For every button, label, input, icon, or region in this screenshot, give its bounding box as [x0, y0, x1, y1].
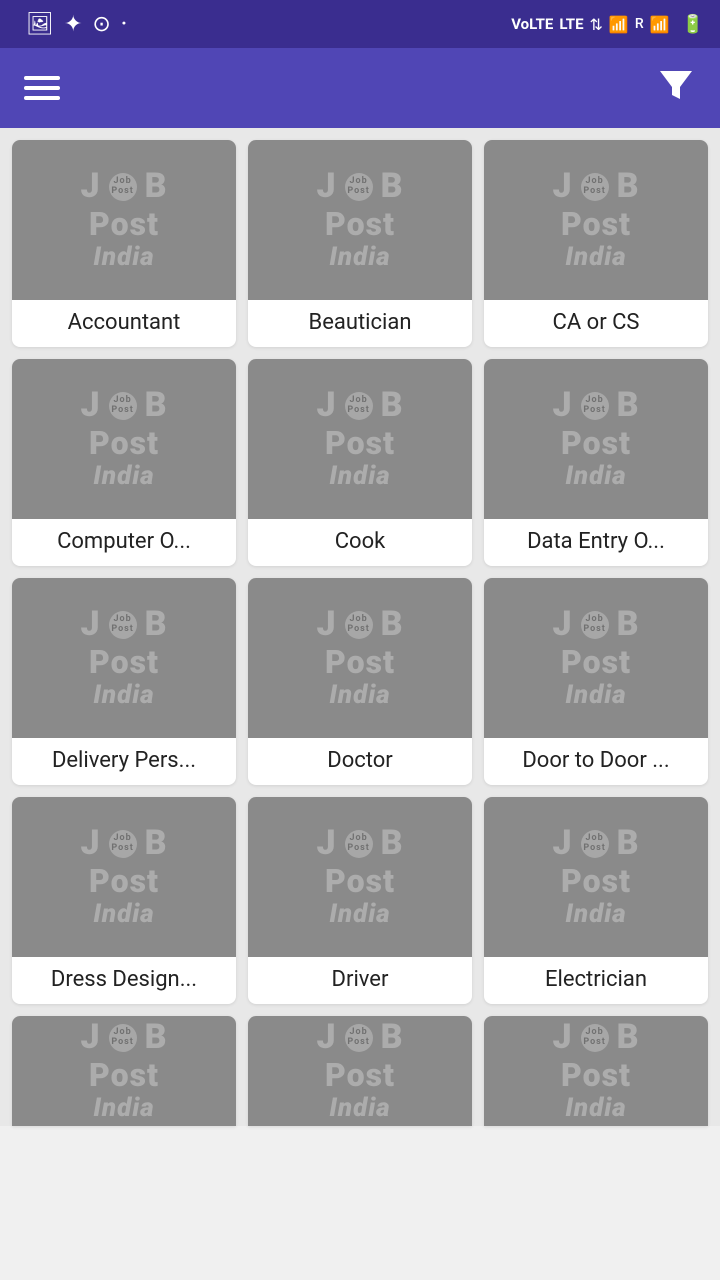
- job-post-india-watermark: J JobPost B Post India: [484, 359, 708, 519]
- category-label: Accountant: [62, 300, 187, 335]
- volte-indicator: VoLTE: [511, 15, 553, 33]
- category-card[interactable]: J JobPost B Post India CA or CS: [484, 140, 708, 347]
- job-post-india-watermark: J JobPost B Post India: [12, 797, 236, 957]
- signal-bars-1: 📶: [609, 15, 629, 34]
- hamburger-menu-button[interactable]: [24, 76, 60, 100]
- category-label: Data Entry O...: [521, 519, 671, 554]
- category-image-partial: J JobPost B Post India: [484, 1016, 708, 1126]
- category-card[interactable]: J JobPost B Post India Door to Door ...: [484, 578, 708, 785]
- job-post-india-watermark: J JobPost B Post India: [12, 578, 236, 738]
- job-post-india-watermark: J JobPost B Post India: [12, 140, 236, 300]
- job-post-india-watermark: J JobPost B Post India: [484, 578, 708, 738]
- dot-indicator: ·: [121, 12, 127, 37]
- app-header: [0, 48, 720, 128]
- job-post-india-watermark: J JobPost B Post India: [484, 797, 708, 957]
- category-image: J JobPost B Post India: [484, 797, 708, 957]
- category-image-partial: J JobPost B Post India: [248, 1016, 472, 1126]
- clock-icon: ⊙: [92, 12, 110, 37]
- category-label: Cook: [329, 519, 392, 554]
- job-post-india-watermark: J JobPost B Post India: [12, 359, 236, 519]
- category-label: Driver: [326, 957, 395, 992]
- category-label: Delivery Pers...: [46, 738, 202, 773]
- hamburger-line-3: [24, 96, 60, 100]
- category-image: J JobPost B Post India: [12, 359, 236, 519]
- category-card[interactable]: J JobPost B Post India Dress Design...: [12, 797, 236, 1004]
- job-post-india-watermark: J JobPost B Post India: [484, 140, 708, 300]
- category-card[interactable]: J JobPost B Post India Beautician: [248, 140, 472, 347]
- category-grid: J JobPost B Post India Accountant J JobP…: [0, 128, 720, 1016]
- category-card[interactable]: J JobPost B Post India Electrician: [484, 797, 708, 1004]
- category-card[interactable]: J JobPost B Post India Delivery Pers...: [12, 578, 236, 785]
- category-card-partial[interactable]: J JobPost B Post India: [484, 1016, 708, 1126]
- category-card-partial[interactable]: J JobPost B Post India: [12, 1016, 236, 1126]
- category-image-partial: J JobPost B Post India: [12, 1016, 236, 1126]
- category-card[interactable]: J JobPost B Post India Doctor: [248, 578, 472, 785]
- job-post-india-watermark: J JobPost B Post India: [248, 578, 472, 738]
- r-indicator: R: [635, 16, 644, 32]
- category-card[interactable]: J JobPost B Post India Cook: [248, 359, 472, 566]
- filter-button[interactable]: [656, 65, 696, 112]
- status-right: VoLTE LTE ⇅ 📶 R 📶 🔋: [511, 14, 704, 35]
- category-card[interactable]: J JobPost B Post India Data Entry O...: [484, 359, 708, 566]
- hamburger-line-1: [24, 76, 60, 80]
- category-label: Doctor: [321, 738, 398, 773]
- category-label: Beautician: [303, 300, 418, 335]
- category-label: Computer O...: [51, 519, 197, 554]
- category-label: Door to Door ...: [516, 738, 675, 773]
- signal-bars-2: 📶: [650, 15, 670, 34]
- settings-icon: ✦: [64, 12, 82, 37]
- category-card[interactable]: J JobPost B Post India Computer O...: [12, 359, 236, 566]
- category-image: J JobPost B Post India: [248, 359, 472, 519]
- category-image: J JobPost B Post India: [484, 359, 708, 519]
- photo-icon: 🖼: [26, 12, 54, 37]
- category-label: Electrician: [539, 957, 653, 992]
- battery-icon: 🔋: [682, 14, 704, 35]
- category-card-partial[interactable]: J JobPost B Post India: [248, 1016, 472, 1126]
- job-post-india-watermark: J JobPost B Post India: [12, 1016, 236, 1126]
- category-label: CA or CS: [547, 300, 646, 335]
- category-card[interactable]: J JobPost B Post India Accountant: [12, 140, 236, 347]
- job-post-india-watermark: J JobPost B Post India: [248, 797, 472, 957]
- lte-indicator: LTE: [559, 15, 583, 33]
- partial-category-row: J JobPost B Post India J JobPost B Post …: [0, 1016, 720, 1126]
- category-label: Dress Design...: [45, 957, 203, 992]
- status-bar: 🖼 ✦ ⊙ · VoLTE LTE ⇅ 📶 R 📶 🔋: [0, 0, 720, 48]
- category-image: J JobPost B Post India: [12, 578, 236, 738]
- job-post-india-watermark: J JobPost B Post India: [484, 1016, 708, 1126]
- category-image: J JobPost B Post India: [484, 578, 708, 738]
- status-left: 🖼 ✦ ⊙ ·: [16, 12, 127, 37]
- category-image: J JobPost B Post India: [12, 797, 236, 957]
- category-card[interactable]: J JobPost B Post India Driver: [248, 797, 472, 1004]
- category-image: J JobPost B Post India: [248, 140, 472, 300]
- job-post-india-watermark: J JobPost B Post India: [248, 140, 472, 300]
- category-image: J JobPost B Post India: [248, 797, 472, 957]
- signal-arrows: ⇅: [590, 15, 603, 34]
- job-post-india-watermark: J JobPost B Post India: [248, 359, 472, 519]
- category-image: J JobPost B Post India: [484, 140, 708, 300]
- category-image: J JobPost B Post India: [12, 140, 236, 300]
- job-post-india-watermark: J JobPost B Post India: [248, 1016, 472, 1126]
- category-image: J JobPost B Post India: [248, 578, 472, 738]
- hamburger-line-2: [24, 86, 60, 90]
